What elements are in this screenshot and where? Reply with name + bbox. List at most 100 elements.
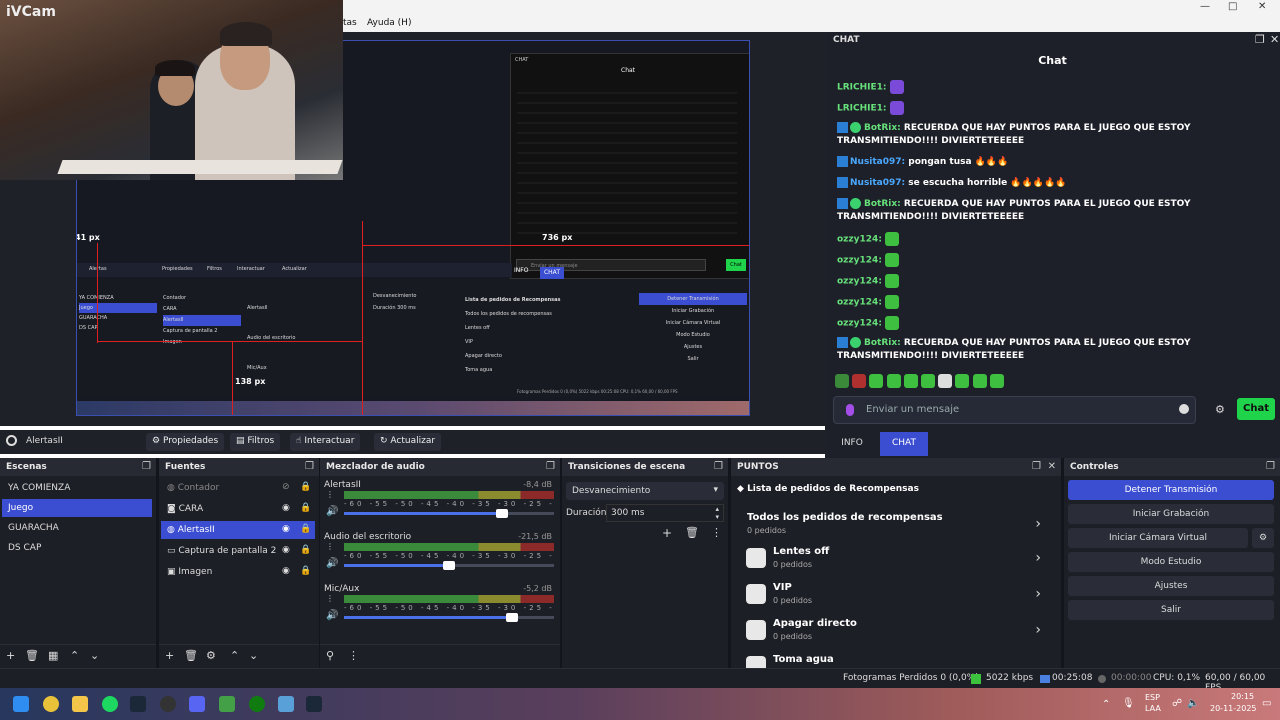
transition-select[interactable]: Desvanecimiento ▾	[566, 482, 724, 500]
add-icon[interactable]: +	[662, 526, 672, 540]
emote-icon[interactable]	[869, 374, 884, 388]
scene-item[interactable]: YA COMIENZA	[2, 479, 152, 497]
emote-icon[interactable]	[989, 374, 1004, 388]
trash-icon[interactable]: 🗑	[25, 649, 39, 662]
source-item[interactable]: ▭ Captura de pantalla 2 ◉ 🔒	[161, 542, 315, 560]
chat-username[interactable]: ozzy124:	[837, 256, 882, 266]
emoji-icon[interactable]	[1179, 404, 1189, 414]
keyboard-layout[interactable]: LAA	[1145, 704, 1161, 713]
tab-chat[interactable]: CHAT	[880, 432, 928, 456]
source-item[interactable]: ▣ Imagen ◉ 🔒	[161, 563, 315, 581]
speaker-icon[interactable]: 🔊	[326, 506, 338, 517]
obs-icon[interactable]	[160, 696, 176, 712]
emote-icon[interactable]	[955, 374, 970, 388]
close-button[interactable]: ✕	[1258, 1, 1266, 12]
gear-icon[interactable]: ⚙	[206, 649, 216, 662]
link-icon[interactable]: ⚲	[326, 649, 334, 662]
chevron-up-icon[interactable]: ⌃	[1102, 699, 1110, 710]
source-item[interactable]: ◍ Contador ⊘ 🔒	[161, 479, 315, 497]
volume-knob[interactable]	[506, 613, 518, 622]
emote-icon[interactable]	[835, 374, 849, 388]
menu-icon[interactable]: ⋮	[348, 649, 359, 662]
undock-icon[interactable]: ❐	[1032, 461, 1041, 472]
chat-username[interactable]: LRICHIE1:	[837, 83, 887, 93]
language-indicator[interactable]: ESP	[1145, 693, 1160, 702]
reward-row[interactable]: VIP 0 pedidos ›	[741, 578, 1041, 612]
network-icon[interactable]: ☍	[1172, 698, 1182, 709]
minecraft-icon[interactable]	[219, 696, 235, 712]
filters-button[interactable]: ▤ Filtros	[230, 433, 281, 451]
close-icon[interactable]: ✕	[1048, 461, 1056, 472]
trash-icon[interactable]: 🗑	[184, 649, 198, 662]
app-icon[interactable]	[278, 696, 294, 712]
minimize-button[interactable]: —	[1200, 1, 1210, 12]
reward-row[interactable]: Lentes off 0 pedidos ›	[741, 542, 1041, 576]
folder-icon[interactable]	[72, 696, 88, 712]
clock-date[interactable]: 20-11-2025	[1210, 704, 1257, 713]
menu-icon[interactable]: ⋮	[711, 526, 722, 539]
emote-icon[interactable]	[903, 374, 918, 388]
volume-slider[interactable]	[344, 561, 554, 570]
chat-username[interactable]: BotRix:	[864, 123, 901, 133]
discord-icon[interactable]	[189, 696, 205, 712]
undock-icon[interactable]: ❐	[1255, 33, 1265, 46]
chat-username[interactable]: LRICHIE1:	[837, 104, 887, 114]
move-down-icon[interactable]: ⌄	[249, 649, 258, 662]
chrome-icon[interactable]	[43, 696, 59, 712]
menu-item-ayuda[interactable]: Ayuda (H)	[367, 18, 411, 28]
lock-icon[interactable]: 🔒	[300, 524, 311, 534]
scene-item[interactable]: GUARACHA	[2, 519, 152, 537]
volume-knob[interactable]	[495, 509, 508, 518]
volume-slider[interactable]	[344, 613, 554, 622]
mic-icon[interactable]	[846, 404, 854, 416]
chat-username[interactable]: ozzy124:	[837, 298, 882, 308]
filter-icon[interactable]: ▦	[48, 649, 58, 662]
scene-item[interactable]: Juego	[2, 499, 152, 517]
move-down-icon[interactable]: ⌄	[90, 649, 99, 662]
rewards-all-row[interactable]: Todos los pedidos de recompensas 0 pedid…	[741, 508, 1041, 542]
chat-username[interactable]: BotRix:	[864, 199, 901, 209]
control-button[interactable]: Salir	[1068, 600, 1274, 620]
menu-item-herramientas[interactable]: tas	[343, 18, 357, 28]
tab-info[interactable]: INFO	[829, 432, 875, 456]
source-item[interactable]: ◍ AlertasII ◉ 🔒	[161, 521, 315, 539]
undock-icon[interactable]: ❐	[142, 461, 151, 472]
eye-icon[interactable]: ◉	[282, 503, 290, 513]
chat-input[interactable]: Enviar un mensaje	[833, 396, 1196, 424]
interact-button[interactable]: ☝ Interactuar	[290, 433, 361, 451]
chat-username[interactable]: ozzy124:	[837, 319, 882, 329]
chat-username[interactable]: Nusita097:	[850, 178, 905, 188]
control-button[interactable]: Detener Transmisión	[1068, 480, 1274, 500]
windows-start-icon[interactable]	[13, 696, 29, 712]
xbox-icon[interactable]	[249, 696, 265, 712]
source-item[interactable]: ◙ CARA ◉ 🔒	[161, 500, 315, 518]
trash-icon[interactable]: 🗑	[685, 526, 699, 539]
volume-icon[interactable]: 🔈	[1187, 698, 1199, 709]
emote-icon[interactable]	[920, 374, 935, 388]
undock-icon[interactable]: ❐	[1266, 461, 1275, 472]
eye-off-icon[interactable]: ⊘	[282, 482, 290, 492]
lock-icon[interactable]: 🔒	[300, 545, 311, 555]
chat-username[interactable]: ozzy124:	[837, 277, 882, 287]
clock-time[interactable]: 20:15	[1231, 692, 1254, 701]
emote-icon[interactable]	[886, 374, 901, 388]
eye-icon[interactable]: ◉	[282, 566, 290, 576]
volume-knob[interactable]	[443, 561, 455, 570]
notification-icon[interactable]: ▭	[1262, 698, 1271, 709]
chat-username[interactable]: ozzy124:	[837, 235, 882, 245]
lock-icon[interactable]: 🔒	[300, 482, 311, 492]
control-button[interactable]: Iniciar Cámara Virtual	[1068, 528, 1248, 548]
chat-username[interactable]: BotRix:	[864, 338, 901, 348]
mic-icon[interactable]: 🎙	[1122, 698, 1135, 709]
control-button[interactable]: Ajustes	[1068, 576, 1274, 596]
virtual-camera-settings-icon[interactable]: ⚙	[1252, 528, 1274, 548]
undock-icon[interactable]: ❐	[546, 461, 555, 472]
reward-row[interactable]: Apagar directo 0 pedidos ›	[741, 614, 1041, 648]
properties-button[interactable]: ⚙ Propiedades	[146, 433, 225, 451]
add-icon[interactable]: +	[165, 649, 174, 662]
scene-item[interactable]: DS CAP	[2, 539, 152, 557]
control-button[interactable]: Modo Estudio	[1068, 552, 1274, 572]
duration-input[interactable]: 300 ms ▴ ▾	[606, 504, 724, 522]
emote-icon[interactable]	[938, 374, 953, 388]
chat-send-button[interactable]: Chat	[1237, 398, 1275, 420]
